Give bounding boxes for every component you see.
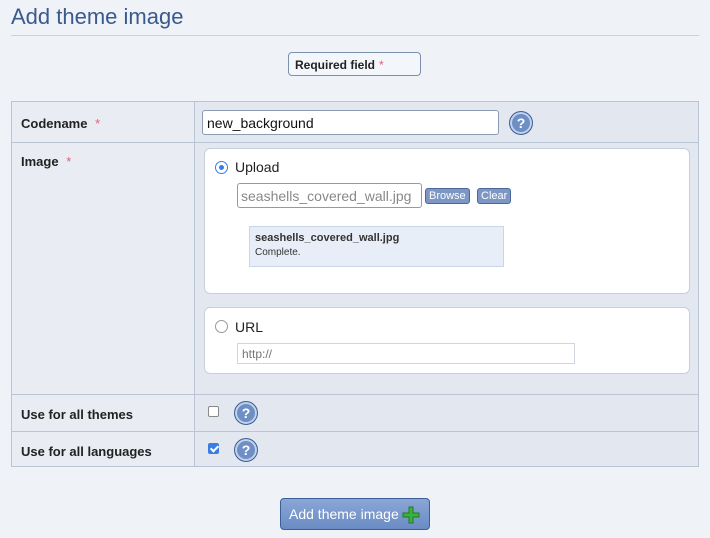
required-field-note: Required field * — [288, 52, 421, 76]
title-divider — [11, 35, 699, 36]
required-star: * — [95, 116, 101, 131]
theme-image-form: Codename * ? Image * Upload Browse Clear… — [11, 101, 699, 467]
add-theme-image-button[interactable]: Add theme image — [280, 498, 430, 530]
upload-option-label[interactable]: Upload — [235, 159, 279, 175]
upload-status-text: Complete. — [255, 247, 301, 258]
all-languages-label: Use for all languages — [21, 444, 152, 459]
plus-icon — [402, 506, 420, 524]
add-theme-image-label: Add theme image — [289, 506, 399, 522]
all-languages-checkbox[interactable] — [208, 443, 219, 454]
required-note-label: Required field — [295, 58, 376, 72]
page-title: Add theme image — [11, 4, 184, 29]
required-star: * — [66, 154, 72, 169]
row-divider — [12, 142, 698, 143]
all-themes-checkbox[interactable] — [208, 406, 219, 417]
clear-button[interactable]: Clear — [477, 188, 512, 204]
upload-radio[interactable] — [215, 161, 228, 174]
upload-panel: Upload Browse Clear seashells_covered_wa… — [204, 148, 690, 294]
codename-help-icon[interactable]: ? — [509, 111, 533, 135]
all-themes-label: Use for all themes — [21, 407, 133, 422]
codename-field[interactable] — [202, 110, 499, 135]
row-divider — [12, 431, 698, 432]
all-languages-help-icon[interactable]: ? — [234, 438, 258, 462]
browse-button[interactable]: Browse — [425, 188, 470, 204]
url-radio[interactable] — [215, 320, 228, 333]
required-star: * — [379, 58, 384, 72]
all-themes-help-icon[interactable]: ? — [234, 401, 258, 425]
url-input[interactable] — [237, 343, 575, 364]
url-option-label[interactable]: URL — [235, 319, 263, 335]
url-panel: URL — [204, 307, 690, 374]
upload-status: seashells_covered_wall.jpg Complete. — [249, 226, 504, 267]
upload-status-filename: seashells_covered_wall.jpg — [255, 232, 400, 244]
upload-file-field[interactable] — [237, 183, 422, 208]
codename-label: Codename * — [21, 116, 101, 131]
image-label: Image * — [21, 154, 72, 169]
row-divider — [12, 394, 698, 395]
